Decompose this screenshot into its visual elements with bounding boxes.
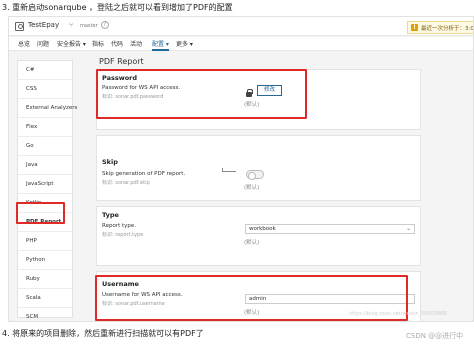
sidebar-item-external-analyzers[interactable]: External Analyzers (18, 99, 77, 118)
sidebar-item-csharp[interactable]: C# (18, 61, 72, 80)
sidebar-item-python[interactable]: Python (18, 251, 72, 270)
help-icon[interactable]: ? (101, 21, 109, 29)
csdn-attribution: CSDN @@进行中 (406, 332, 464, 340)
skip-setting: Skip Skip generation of PDF report. 标识: … (96, 135, 421, 201)
analysis-notice-text: 最近一次分析于：3:0 (421, 26, 474, 32)
type-key: 标识: report.type (102, 232, 144, 238)
language-sidebar: C# CSS External Analyzers Flex Go Java J… (17, 60, 77, 320)
report-type-select[interactable]: workbook ⌄ (245, 224, 415, 234)
project-nav: 总览 问题 安全报告 ▾ 指标 代码 活动 配置 ▾ 更多 ▾ (9, 37, 473, 51)
nav-issues[interactable]: 问题 (37, 39, 49, 48)
sidebar-item-ruby[interactable]: Ruby (18, 270, 72, 289)
type-description: Report type. (102, 223, 137, 229)
toggle-indicator (222, 168, 236, 172)
step-4-instruction: 4. 将原来的项目删除，然后重新进行扫描就可以有PDF了 (2, 329, 204, 338)
report-type-value: workbook (249, 226, 276, 232)
pdf-report-highlight (16, 202, 65, 224)
nav-administration[interactable]: 配置 ▾ (152, 39, 169, 51)
branch-name[interactable]: master (80, 23, 98, 29)
nav-measures[interactable]: 指标 (92, 39, 104, 48)
type-default: (默认) (244, 240, 260, 246)
nav-overview[interactable]: 总览 (18, 39, 30, 48)
type-setting: Type Report type. 标识: report.type workbo… (96, 206, 421, 266)
watermark: https://blog.csdn.net/weixin_50603888 (349, 311, 447, 317)
sidebar-item-css[interactable]: CSS (18, 80, 72, 99)
nav-code[interactable]: 代码 (111, 39, 123, 48)
nav-activity[interactable]: 活动 (130, 39, 142, 48)
sidebar-item-javascript[interactable]: JavaScript (18, 175, 72, 194)
skip-default: (默认) (244, 185, 260, 191)
skip-toggle[interactable] (246, 170, 264, 180)
skip-title: Skip (102, 158, 118, 166)
page-title: PDF Report (99, 57, 144, 66)
warning-icon: ! (411, 24, 418, 31)
skip-key: 标识: sonar.pdf.skip (102, 180, 150, 186)
skip-description: Skip generation of PDF report. (102, 171, 186, 177)
branch-icon: ⑂ (69, 21, 74, 29)
password-highlight (96, 69, 307, 119)
sidebar-item-go[interactable]: Go (18, 137, 72, 156)
project-header: TestEpay ⑂ master ? ! 最近一次分析于：3:0 (9, 17, 474, 36)
nav-more[interactable]: 更多 ▾ (176, 39, 193, 48)
chevron-down-icon: ⌄ (405, 225, 411, 232)
sonarqube-screenshot: TestEpay ⑂ master ? ! 最近一次分析于：3:0 总览 问题 … (8, 16, 474, 322)
project-icon (15, 22, 24, 31)
sidebar-item-scm[interactable]: SCM (18, 308, 72, 321)
analysis-notice: ! 最近一次分析于：3:0 (407, 21, 474, 34)
sidebar-item-php[interactable]: PHP (18, 232, 72, 251)
step-3-instruction: 3. 重新启动sonarqube ，登陆之后就可以看到增加了PDF的配置 (2, 3, 233, 12)
project-name[interactable]: TestEpay (28, 21, 59, 29)
sidebar-item-flex[interactable]: Flex (18, 118, 72, 137)
type-title: Type (102, 211, 119, 219)
sidebar-item-scala[interactable]: Scala (18, 289, 72, 308)
sidebar-item-java[interactable]: Java (18, 156, 72, 175)
nav-security-reports[interactable]: 安全报告 ▾ (57, 39, 86, 48)
